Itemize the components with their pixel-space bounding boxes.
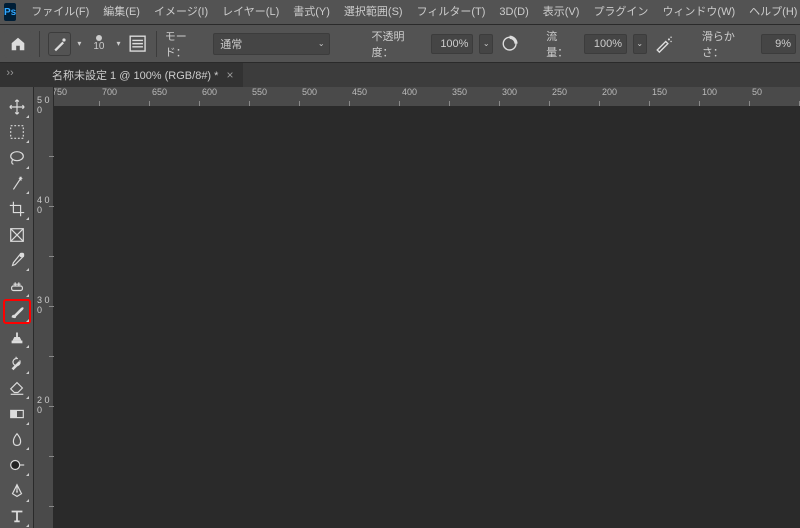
menu-type[interactable]: 書式(Y) — [286, 0, 337, 25]
opacity-input[interactable]: 100% — [431, 34, 474, 54]
blend-mode-select[interactable]: 通常 ⌄ — [213, 33, 329, 55]
ruler-tick: 600 — [200, 87, 250, 106]
smoothing-input[interactable]: 9% — [761, 34, 796, 54]
menu-filter[interactable]: フィルター(T) — [410, 0, 493, 25]
type-tool[interactable] — [4, 505, 30, 528]
crop-tool[interactable] — [4, 197, 30, 221]
healing-brush-tool[interactable] — [4, 274, 30, 298]
menu-image[interactable]: イメージ(I) — [147, 0, 215, 25]
canvas[interactable] — [80, 107, 800, 528]
expand-panels-button[interactable]: ›› — [0, 63, 20, 83]
ruler-tick: 300 — [500, 87, 550, 106]
menu-file[interactable]: ファイル(F) — [24, 0, 96, 25]
menu-layer[interactable]: レイヤー(L) — [215, 0, 286, 25]
ruler-tick: 550 — [250, 87, 300, 106]
menu-help[interactable]: ヘルプ(H) — [742, 0, 800, 25]
blend-mode-value: 通常 — [220, 36, 242, 52]
eraser-tool[interactable] — [4, 377, 30, 401]
tab-title: 名称未設定 1 @ 100% (RGB/8#) * — [52, 67, 218, 83]
home-button[interactable] — [4, 30, 31, 58]
brush-settings-button[interactable] — [127, 33, 148, 55]
ruler-tick: 400 — [400, 87, 450, 106]
ruler-major-label: 2 0 0 — [37, 395, 53, 415]
pen-tool[interactable] — [4, 479, 30, 503]
ruler-major-label: 5 0 0 — [37, 95, 53, 115]
menu-plugin[interactable]: プラグイン — [586, 0, 655, 25]
ruler-major-label: 4 0 0 — [37, 195, 53, 215]
pressure-opacity-button[interactable] — [499, 33, 520, 55]
main-area: 7507006506005505004504003503002502001501… — [0, 87, 800, 528]
tab-bar: 名称未設定 1 @ 100% (RGB/8#) * × — [42, 63, 800, 87]
menu-window[interactable]: ウィンドウ(W) — [655, 0, 742, 25]
menu-select[interactable]: 選択範囲(S) — [337, 0, 410, 25]
tool-preset-picker[interactable] — [48, 32, 71, 56]
ruler-tick: 100 — [700, 87, 750, 106]
eyedropper-tool[interactable] — [4, 249, 30, 273]
opacity-label: 不透明度： — [372, 28, 425, 60]
chevron-down-icon[interactable]: ▾ — [77, 39, 81, 48]
magic-wand-tool[interactable] — [4, 172, 30, 196]
ruler-tick: 450 — [350, 87, 400, 106]
divider — [39, 31, 40, 57]
brush-size-value: 10 — [93, 41, 104, 52]
ruler-tick: 750 — [50, 87, 100, 106]
mode-label: モード： — [165, 28, 207, 60]
chevron-down-icon[interactable]: ⌄ — [479, 34, 493, 54]
flow-input[interactable]: 100% — [584, 34, 627, 54]
frame-tool[interactable] — [4, 223, 30, 247]
horizontal-ruler[interactable]: 7507006506005505004504003503002502001501… — [34, 87, 800, 107]
airbrush-button[interactable] — [653, 33, 674, 55]
ruler-tick: 150 — [650, 87, 700, 106]
menu-bar: Ps ファイル(F) 編集(E) イメージ(I) レイヤー(L) 書式(Y) 選… — [0, 0, 800, 25]
gradient-tool[interactable] — [4, 402, 30, 426]
chevron-down-icon[interactable]: ▾ — [117, 39, 121, 48]
ruler-tick: 50 — [750, 87, 800, 106]
ruler-tick: 700 — [100, 87, 150, 106]
ruler-tick: 250 — [550, 87, 600, 106]
tool-palette — [0, 87, 34, 528]
ruler-tick: 200 — [600, 87, 650, 106]
blur-tool[interactable] — [4, 428, 30, 452]
dodge-tool[interactable] — [4, 453, 30, 477]
canvas-area: 7507006506005505004504003503002502001501… — [34, 87, 800, 528]
menu-view[interactable]: 表示(V) — [536, 0, 587, 25]
ruler-tick: 350 — [450, 87, 500, 106]
chevron-down-icon[interactable]: ⌄ — [633, 34, 647, 54]
document-tab[interactable]: 名称未設定 1 @ 100% (RGB/8#) * × — [42, 63, 243, 87]
history-brush-tool[interactable] — [4, 351, 30, 375]
smoothing-label: 滑らかさ： — [702, 28, 755, 60]
options-bar: ▾ 10 ▾ モード： 通常 ⌄ 不透明度： 100% ⌄ 流量： 100% ⌄… — [0, 25, 800, 63]
menu-edit[interactable]: 編集(E) — [96, 0, 147, 25]
ruler-tick: 500 — [300, 87, 350, 106]
brush-tool[interactable] — [4, 300, 30, 324]
lasso-tool[interactable] — [4, 146, 30, 170]
clone-stamp-tool[interactable] — [4, 325, 30, 349]
close-icon[interactable]: × — [226, 68, 233, 82]
ruler-major-label: 3 0 0 — [37, 295, 53, 315]
ps-logo[interactable]: Ps — [4, 3, 16, 21]
flow-label: 流量： — [546, 28, 578, 60]
vertical-ruler[interactable]: 5 0 0 4 0 0 3 0 0 2 0 0 — [34, 87, 54, 528]
brush-preset-picker[interactable]: 10 — [87, 35, 110, 52]
ruler-tick — [34, 457, 54, 507]
ruler-tick: 650 — [150, 87, 200, 106]
move-tool[interactable] — [4, 95, 30, 119]
menu-3d[interactable]: 3D(D) — [492, 0, 535, 25]
divider — [156, 31, 157, 57]
chevron-down-icon: ⌄ — [318, 39, 325, 48]
marquee-tool[interactable] — [4, 121, 30, 145]
ruler-tick — [34, 507, 54, 528]
